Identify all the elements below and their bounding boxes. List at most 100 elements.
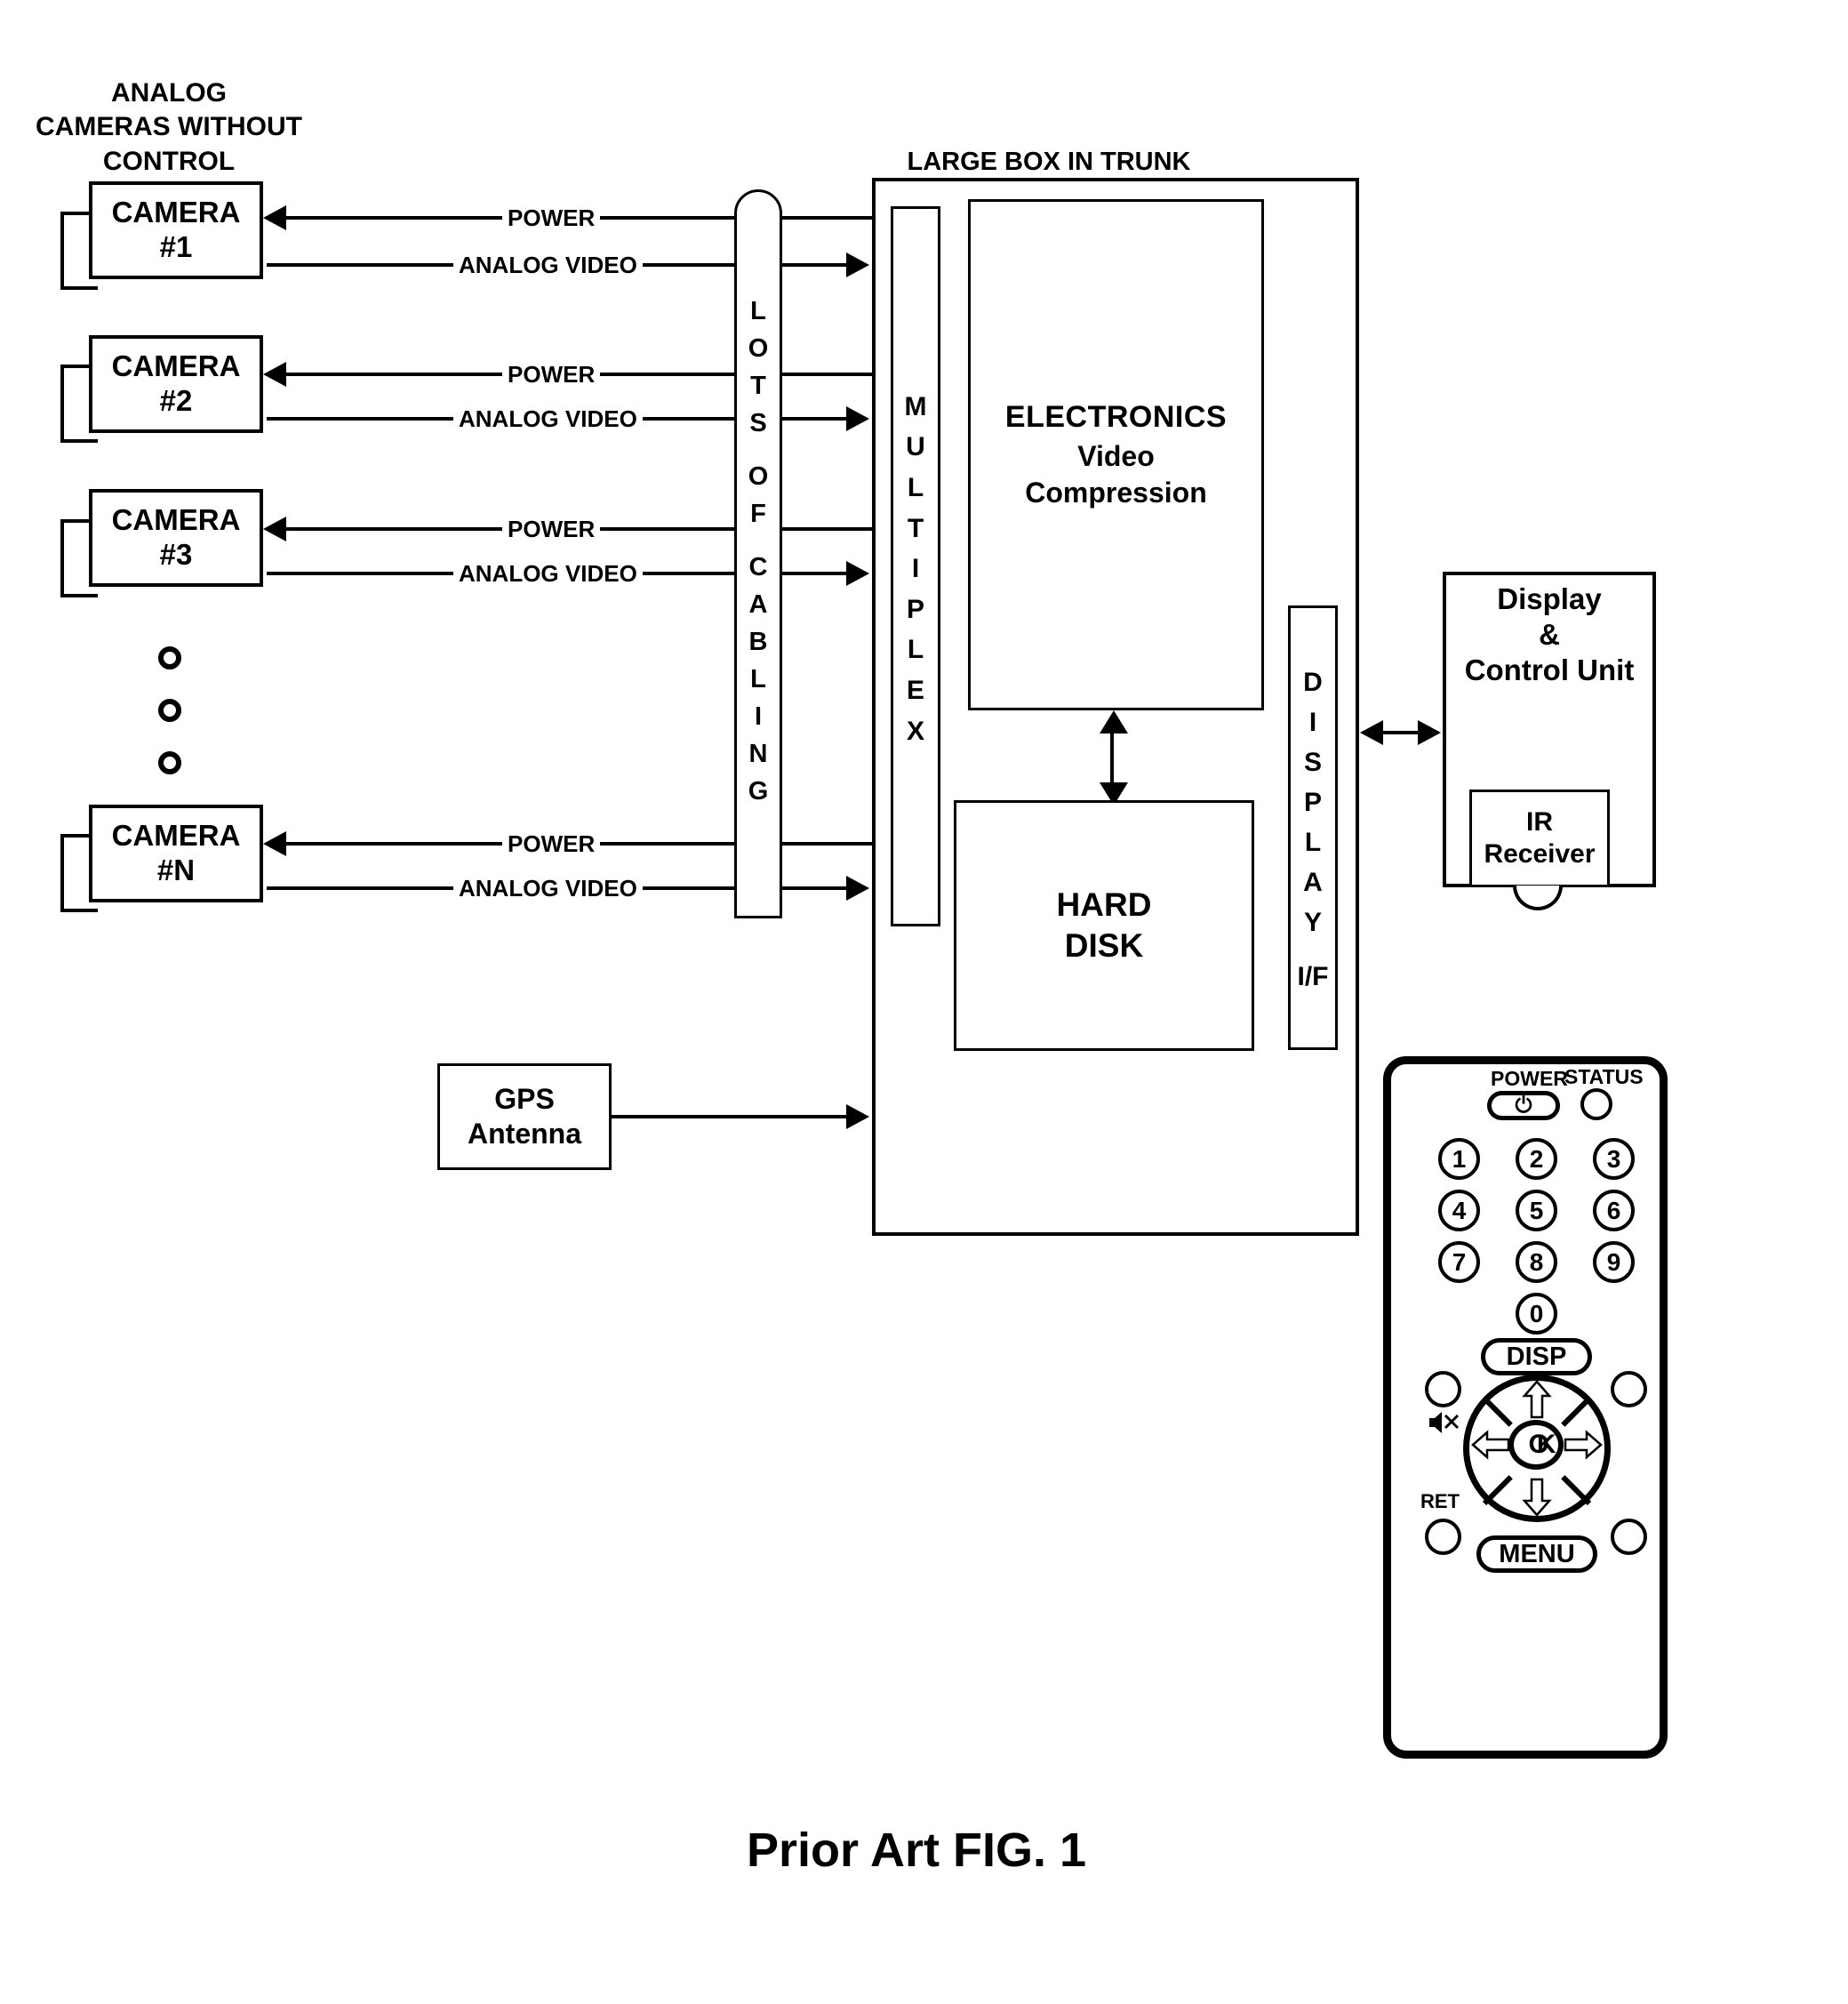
remote-key-2[interactable]: 2: [1516, 1138, 1557, 1180]
cabling-letter: I: [754, 702, 763, 732]
remote-key-4[interactable]: 4: [1438, 1190, 1480, 1231]
display-control-unit-labels: Display & Control Unit: [1434, 582, 1665, 687]
gps-link-arrow: [846, 1104, 869, 1129]
remote-power-label: POWER: [1491, 1067, 1568, 1090]
power-arrow-3: [263, 517, 286, 541]
display-if-letter: P: [1303, 787, 1322, 817]
remote-ret-button[interactable]: [1425, 1519, 1461, 1555]
electronics-sub1: Video: [1077, 440, 1155, 472]
display-if-letter: S: [1303, 747, 1322, 777]
remote-mute-button[interactable]: [1425, 1371, 1461, 1407]
remote-disp-button[interactable]: DISP: [1481, 1338, 1592, 1375]
camera-n-body: CAMERA #N: [89, 805, 263, 902]
display-if-letter: D: [1303, 667, 1323, 697]
display-unit-line2: &: [1539, 618, 1560, 651]
cabling-letter: O: [748, 333, 769, 363]
multiplex-letter: E: [906, 675, 924, 705]
key-label: 3: [1606, 1144, 1621, 1173]
camera-2-name: CAMERA: [111, 349, 241, 383]
multiplex-letter: L: [907, 473, 924, 503]
multiplex-letter: L: [907, 635, 924, 665]
key-label: 4: [1452, 1196, 1467, 1224]
disp-label: DISP: [1506, 1342, 1567, 1371]
cabling-letter: O: [748, 461, 769, 491]
camera-2-index: #2: [159, 384, 193, 417]
ellipsis-dot: [158, 751, 181, 774]
cabling-letter: N: [748, 740, 768, 769]
remote-ret-label: RET: [1420, 1490, 1460, 1512]
display-if-letter: Y: [1303, 907, 1322, 937]
power-arrow-n: [263, 831, 286, 856]
dpad-up-arrow-icon[interactable]: [1522, 1380, 1552, 1419]
display-if-label: D I S P L A Y I/F: [1288, 613, 1338, 1045]
remote-key-5[interactable]: 5: [1516, 1190, 1557, 1231]
remote-ok-button[interactable]: OK: [1508, 1420, 1564, 1470]
hard-disk-line2: DISK: [1064, 927, 1144, 964]
remote-key-8[interactable]: 8: [1516, 1241, 1557, 1283]
remote-key-9[interactable]: 9: [1593, 1241, 1635, 1283]
remote-key-7[interactable]: 7: [1438, 1241, 1480, 1283]
key-label: 5: [1529, 1196, 1544, 1224]
remote-status-label: STATUS: [1564, 1065, 1644, 1088]
display-if-letter: I/F: [1297, 961, 1329, 991]
camera-3-body: CAMERA #3: [89, 489, 263, 587]
hard-disk-line1: HARD: [1056, 886, 1152, 923]
camera-3-name: CAMERA: [111, 503, 241, 537]
remote-aux-top-right-button[interactable]: [1611, 1371, 1647, 1407]
ir-receiver-bump: [1513, 886, 1563, 910]
electronics-sub2: Compression: [1025, 477, 1207, 509]
key-label: 9: [1606, 1247, 1621, 1276]
display-if-letter: I: [1308, 707, 1317, 737]
remote-key-6[interactable]: 6: [1593, 1190, 1635, 1231]
dpad-down-arrow-icon[interactable]: [1522, 1478, 1552, 1517]
camera-1-name: CAMERA: [111, 196, 241, 229]
power-label-n: POWER: [502, 830, 601, 858]
gps-line1: GPS: [494, 1083, 555, 1115]
remote-aux-bottom-right-button[interactable]: [1611, 1519, 1647, 1555]
key-label: 7: [1452, 1247, 1467, 1276]
cabling-letter: C: [748, 552, 768, 581]
remote-menu-button[interactable]: MENU: [1476, 1535, 1597, 1573]
power-label-3: POWER: [502, 516, 601, 543]
dpad-left-arrow-icon[interactable]: [1471, 1430, 1510, 1460]
remote-power-button[interactable]: ⏻: [1487, 1091, 1560, 1120]
cabling-letters: L O T S O F C A B L I N G: [734, 285, 782, 818]
dpad-right-arrow-icon[interactable]: [1564, 1430, 1603, 1460]
remote-key-3[interactable]: 3: [1593, 1138, 1635, 1180]
camera-3-index: #3: [159, 538, 193, 571]
hard-disk-block: HARD DISK: [954, 800, 1254, 1051]
display-unit-link-arrow-left: [1360, 720, 1383, 745]
camera-1-body: CAMERA #1: [89, 181, 263, 279]
menu-label: MENU: [1499, 1539, 1575, 1568]
key-label: 0: [1529, 1299, 1544, 1327]
cabling-letter: T: [750, 371, 766, 400]
display-if-letter: A: [1303, 867, 1323, 897]
cabling-letter: G: [748, 777, 769, 806]
ok-label: OK: [1528, 1430, 1556, 1459]
remote-status-led: [1580, 1088, 1612, 1120]
gps-link-line: [612, 1115, 853, 1118]
key-label: 8: [1529, 1247, 1544, 1276]
power-arrow-1: [263, 205, 286, 230]
ellipsis-dot: [158, 646, 181, 669]
power-icon: ⏻: [1515, 1093, 1532, 1118]
video-label-2: ANALOG VIDEO: [453, 405, 643, 433]
figure-title: Prior Art FIG. 1: [747, 1824, 1087, 1877]
large-box-in-trunk-header: LARGE BOX IN TRUNK: [907, 148, 1191, 176]
cabling-letter: L: [750, 296, 766, 325]
display-unit-line1: Display: [1497, 582, 1602, 615]
camera-1-index: #1: [159, 230, 193, 263]
multiplex-letter: I: [911, 554, 920, 584]
remote-key-1[interactable]: 1: [1438, 1138, 1480, 1180]
display-unit-link-arrow-right: [1418, 720, 1441, 745]
key-label: 1: [1452, 1144, 1467, 1173]
video-arrow-1: [846, 253, 869, 277]
cabling-letter: A: [748, 590, 768, 620]
multiplex-letter: P: [906, 594, 924, 624]
video-label-n: ANALOG VIDEO: [453, 875, 643, 902]
remote-key-0[interactable]: 0: [1516, 1293, 1557, 1335]
multiplex-letter: T: [907, 513, 924, 543]
multiplex-label: M U L T I P L E X: [891, 347, 940, 791]
power-arrow-2: [263, 362, 286, 387]
cabling-letter: B: [748, 628, 768, 657]
